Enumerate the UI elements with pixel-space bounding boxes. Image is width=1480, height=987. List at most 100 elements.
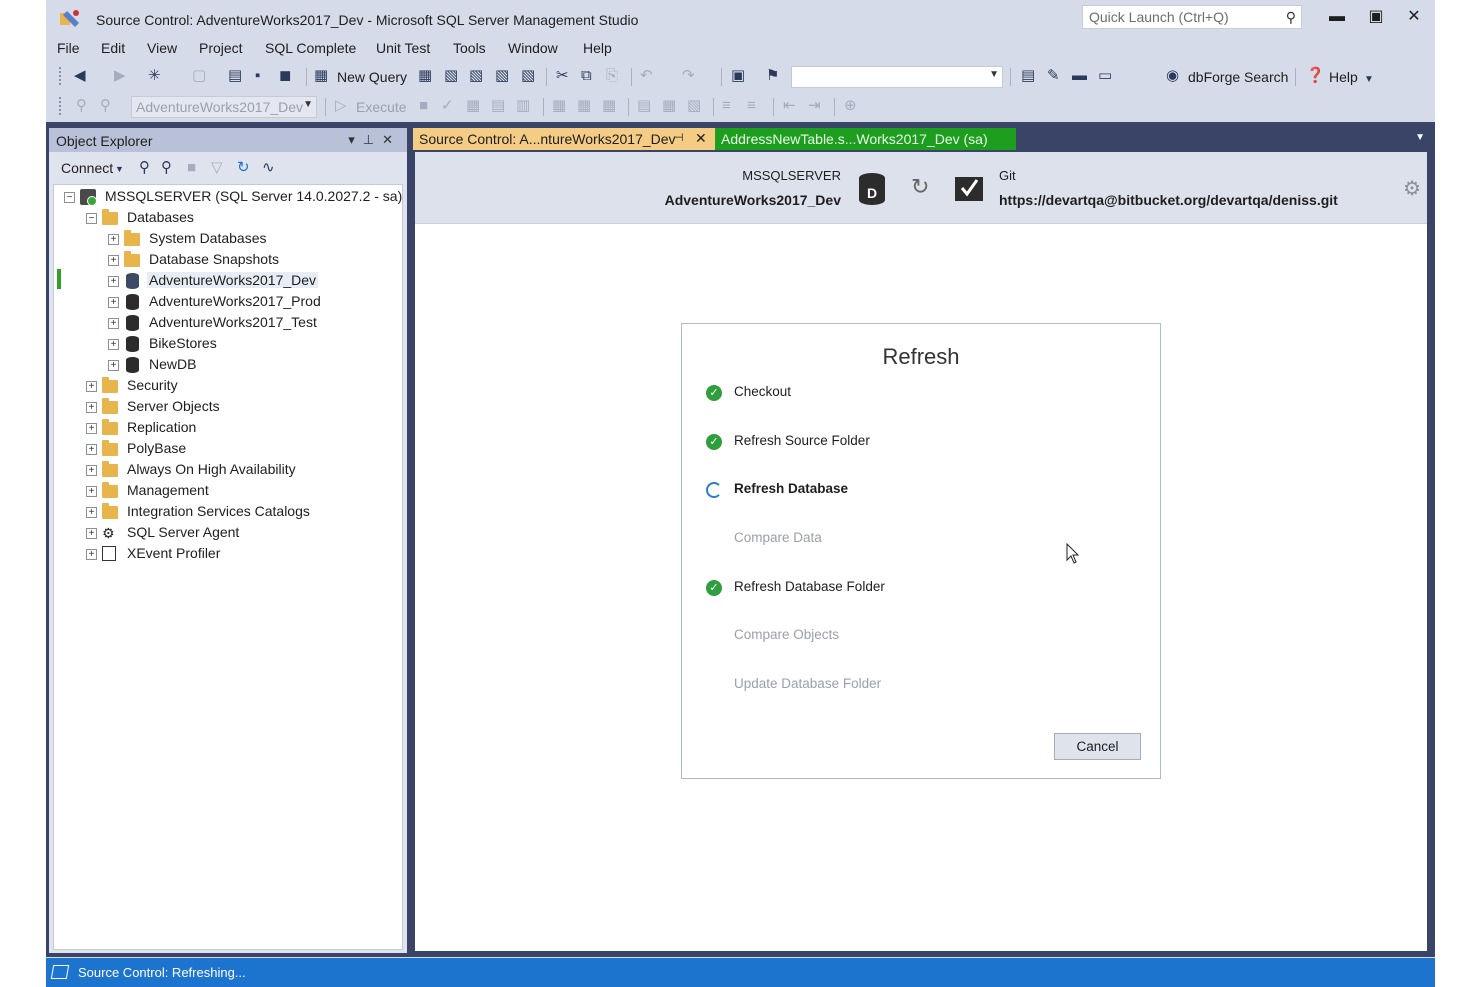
expand-icon[interactable]: + — [86, 549, 97, 560]
live-stats-icon[interactable]: ▦ — [577, 96, 591, 116]
activity-icon[interactable]: ∿ — [262, 158, 275, 178]
query-options-icon[interactable]: ▤ — [491, 96, 505, 116]
expand-icon[interactable]: + — [86, 507, 97, 518]
expand-icon[interactable]: + — [108, 339, 119, 350]
output-window-icon[interactable]: ▭ — [1098, 66, 1112, 86]
expand-icon[interactable]: + — [86, 402, 97, 413]
menu-project[interactable]: Project — [199, 40, 243, 56]
save-icon[interactable]: ▪ — [255, 66, 260, 86]
maximize-button[interactable]: ▣ — [1361, 5, 1391, 29]
parse-icon[interactable]: ✓ — [441, 96, 454, 116]
dmx-query-icon[interactable]: ▧ — [469, 66, 483, 86]
help-button[interactable]: Help — [1329, 69, 1358, 85]
collapse-icon[interactable]: − — [64, 192, 75, 203]
expand-icon[interactable]: + — [86, 423, 97, 434]
stop-icon[interactable]: ■ — [187, 158, 196, 178]
close-icon[interactable]: ✕ — [695, 130, 707, 147]
menu-file[interactable]: File — [57, 40, 80, 56]
menu-edit[interactable]: Edit — [101, 40, 125, 56]
menu-window[interactable]: Window — [508, 40, 558, 56]
increase-indent-icon[interactable]: ⇥ — [808, 96, 821, 116]
solution-explorer-icon[interactable]: ▤ — [1021, 66, 1035, 86]
toolbox-icon[interactable]: ▬ — [1072, 66, 1087, 86]
menu-help[interactable]: Help — [583, 40, 612, 56]
paste-icon[interactable]: ⎘ — [606, 66, 618, 86]
chevron-down-icon[interactable]: ▼ — [1415, 132, 1425, 143]
settings-gear-icon[interactable]: ⚙ — [1403, 176, 1421, 201]
new-query-button[interactable]: New Query — [337, 69, 407, 85]
help-icon[interactable]: ❓ — [1306, 66, 1325, 86]
uncomment-icon[interactable]: ≡ — [747, 96, 756, 116]
mdx-query-icon[interactable]: ▧ — [444, 66, 458, 86]
chevron-down-icon[interactable]: ▾ — [348, 132, 363, 147]
das-query-icon[interactable]: ▧ — [521, 66, 535, 86]
close-button[interactable]: ✕ — [1399, 5, 1429, 29]
results-grid-icon[interactable]: ▦ — [662, 96, 676, 116]
expand-icon[interactable]: + — [108, 255, 119, 266]
cut-icon[interactable]: ✂ — [556, 66, 569, 86]
menu-view[interactable]: View — [147, 40, 177, 56]
save-all-icon[interactable]: ◼ — [279, 66, 291, 86]
new-project-icon[interactable]: ✳ — [148, 66, 161, 86]
dbforge-search-button[interactable]: dbForge Search — [1188, 69, 1288, 85]
forward-icon[interactable]: ▶ — [114, 66, 126, 86]
find-icon[interactable]: ⚑ — [766, 66, 779, 86]
back-icon[interactable]: ◀ — [74, 66, 86, 86]
tab-source-control[interactable]: Source Control: A...ntureWorks2017_Dev ⊣… — [413, 128, 715, 150]
chevron-down-icon[interactable]: ▼ — [1364, 70, 1374, 90]
find-combo[interactable]: ▼ — [791, 66, 1003, 88]
execute-button[interactable]: Execute — [356, 99, 407, 115]
connect-plug-icon[interactable]: ⚲ — [139, 158, 150, 178]
results-text-icon[interactable]: ▤ — [637, 96, 651, 116]
client-stats-icon[interactable]: ▦ — [602, 96, 616, 116]
copy-icon[interactable]: ⧉ — [581, 66, 592, 86]
open-file-icon[interactable]: ▤ — [228, 66, 242, 86]
intellisense-icon[interactable]: ▥ — [516, 96, 530, 116]
stop-icon[interactable]: ■ — [419, 96, 428, 116]
properties-wrench-icon[interactable]: ✎ — [1047, 66, 1060, 86]
change-connection-icon[interactable]: ⚲ — [100, 96, 111, 116]
collapse-icon[interactable]: − — [86, 213, 97, 224]
database-combo[interactable]: AdventureWorks2017_Dev ▼ — [131, 96, 317, 118]
specify-values-icon[interactable]: ⊕ — [844, 96, 857, 116]
comment-icon[interactable]: ≡ — [722, 96, 731, 116]
expand-icon[interactable]: + — [86, 444, 97, 455]
menu-unit-test[interactable]: Unit Test — [376, 40, 430, 56]
refresh-icon[interactable]: ↻ — [237, 158, 250, 178]
repository-url[interactable]: https://devartqa@bitbucket.org/devartqa/… — [999, 192, 1338, 208]
cancel-button[interactable]: Cancel — [1054, 733, 1141, 760]
refresh-icon[interactable]: ↻ — [911, 174, 929, 200]
pin-icon[interactable]: ⊣ — [674, 131, 684, 144]
undo-icon[interactable]: ↶ — [640, 66, 653, 86]
close-icon[interactable]: ✕ — [382, 132, 401, 147]
query-type-icon[interactable]: ▦ — [418, 66, 432, 86]
quick-launch-input[interactable]: Quick Launch (Ctrl+Q) ⚲ — [1082, 5, 1302, 29]
expand-icon[interactable]: + — [86, 465, 97, 476]
tab-address-new-table[interactable]: AddressNewTable.s...Works2017_Dev (sa) — [715, 128, 1016, 150]
estimated-plan-icon[interactable]: ▦ — [466, 96, 480, 116]
xmla-query-icon[interactable]: ▧ — [495, 66, 509, 86]
expand-icon[interactable]: + — [86, 381, 97, 392]
toolbar-grip[interactable] — [59, 67, 63, 85]
redo-icon[interactable]: ↷ — [682, 66, 695, 86]
expand-icon[interactable]: + — [86, 486, 97, 497]
expand-icon[interactable]: + — [108, 318, 119, 329]
new-query-icon[interactable]: ▦ — [314, 66, 328, 86]
execute-icon[interactable]: ▷ — [335, 96, 347, 116]
expand-icon[interactable]: + — [108, 276, 119, 287]
chevron-down-icon[interactable]: ▼ — [115, 159, 124, 179]
connect-icon[interactable]: ⚲ — [76, 96, 87, 116]
activity-monitor-icon[interactable]: ▣ — [731, 66, 745, 86]
connect-button[interactable]: Connect — [61, 160, 113, 176]
menu-sql-complete[interactable]: SQL Complete — [265, 40, 356, 56]
toolbar-grip[interactable] — [59, 97, 63, 115]
expand-icon[interactable]: + — [108, 297, 119, 308]
new-item-icon[interactable]: ▢ — [192, 66, 206, 86]
expand-icon[interactable]: + — [86, 528, 97, 539]
expand-icon[interactable]: + — [108, 360, 119, 371]
pin-icon[interactable]: ⊥ — [363, 132, 382, 147]
expand-icon[interactable]: + — [108, 234, 119, 245]
menu-tools[interactable]: Tools — [453, 40, 486, 56]
results-file-icon[interactable]: ▧ — [687, 96, 701, 116]
decrease-indent-icon[interactable]: ⇤ — [783, 96, 796, 116]
